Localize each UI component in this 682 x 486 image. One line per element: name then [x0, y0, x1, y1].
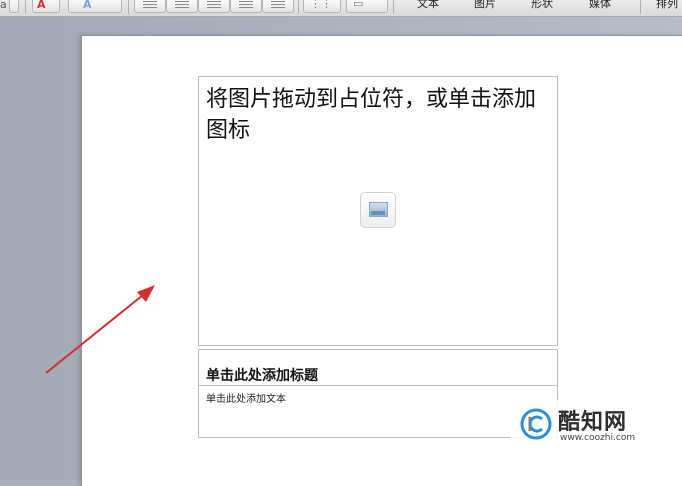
title-placeholder[interactable]: 单击此处添加标题: [198, 349, 558, 386]
text-effects-icon: A: [83, 0, 92, 11]
distribute-button[interactable]: [262, 0, 294, 13]
align-right-button[interactable]: [198, 0, 230, 13]
distribute-icon: [271, 1, 285, 9]
align-left-button[interactable]: [134, 0, 166, 13]
columns-button[interactable]: ⋮⋮: [303, 0, 341, 13]
ribbon-tab-media[interactable]: 媒体: [589, 0, 611, 10]
justify-button[interactable]: [230, 0, 262, 13]
font-color-button[interactable]: A: [32, 0, 60, 13]
body-placeholder-text: 单击此处添加文本: [206, 394, 286, 405]
picture-icon: [369, 202, 388, 217]
text-box-button[interactable]: ▭: [346, 0, 388, 13]
watermark: 酷知网 www.coozhi.com: [508, 400, 658, 452]
title-placeholder-text: 单击此处添加标题: [206, 368, 318, 384]
font-name-fragment[interactable]: a: [0, 0, 7, 10]
align-right-icon: [207, 1, 221, 9]
align-center-icon: [175, 1, 189, 9]
coozhi-logo-icon: [520, 408, 552, 440]
ribbon-tab-text[interactable]: 文本: [417, 0, 439, 10]
text-box-icon: ▭: [353, 0, 364, 10]
ribbon-tab-shape[interactable]: 形状: [531, 0, 553, 10]
image-placeholder[interactable]: 将图片拖动到占位符，或单击添加图标: [198, 76, 558, 346]
justify-icon: [239, 1, 253, 9]
font-color-icon: A: [37, 0, 46, 11]
image-placeholder-prompt: 将图片拖动到占位符，或单击添加图标: [206, 87, 537, 143]
font-dropdown-button[interactable]: [9, 0, 19, 13]
formatting-toolbar: a A A ⋮⋮ ▭ 文本 图片 形状 媒体 排列: [0, 0, 682, 17]
text-effects-button[interactable]: A: [68, 0, 122, 13]
watermark-url: www.coozhi.com: [560, 433, 636, 443]
ribbon-tab-arrange[interactable]: 排列: [656, 0, 678, 10]
image-insert-icon[interactable]: [360, 192, 396, 228]
body-placeholder[interactable]: 单击此处添加文本: [198, 385, 558, 438]
align-left-icon: [143, 1, 157, 9]
columns-icon: ⋮⋮: [310, 0, 332, 10]
align-center-button[interactable]: [166, 0, 198, 13]
watermark-name: 酷知网: [558, 410, 628, 435]
ribbon-tab-picture[interactable]: 图片: [474, 0, 496, 10]
